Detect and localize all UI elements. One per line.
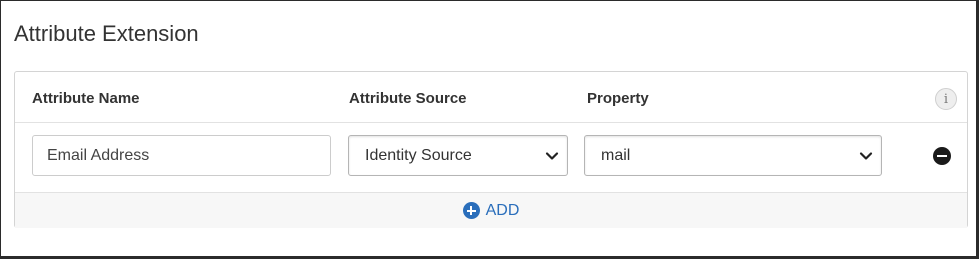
add-button-label: ADD [485, 201, 520, 219]
attribute-name-input[interactable] [32, 135, 331, 176]
attribute-table: Attribute Name Attribute Source Property… [14, 71, 968, 228]
chevron-down-icon [545, 152, 559, 160]
info-icon[interactable]: i [935, 88, 957, 110]
table-footer: ADD [15, 192, 967, 228]
remove-row-icon[interactable] [933, 147, 951, 165]
header-attribute-source: Attribute Source [349, 90, 467, 107]
attribute-source-value: Identity Source [365, 147, 472, 164]
table-row: Identity Source mail [15, 124, 967, 192]
section-title: Attribute Extension [14, 21, 199, 46]
table-header: Attribute Name Attribute Source Property… [15, 72, 967, 123]
plus-circle-icon [462, 202, 480, 219]
add-button[interactable]: ADD [462, 201, 520, 220]
attribute-extension-window: Attribute Extension Attribute Name Attri… [0, 0, 979, 259]
header-attribute-name: Attribute Name [32, 90, 140, 107]
attribute-source-select[interactable]: Identity Source [348, 135, 568, 176]
header-property: Property [587, 90, 649, 107]
property-select[interactable]: mail [584, 135, 882, 176]
property-value: mail [601, 147, 631, 164]
chevron-down-icon [859, 152, 873, 160]
